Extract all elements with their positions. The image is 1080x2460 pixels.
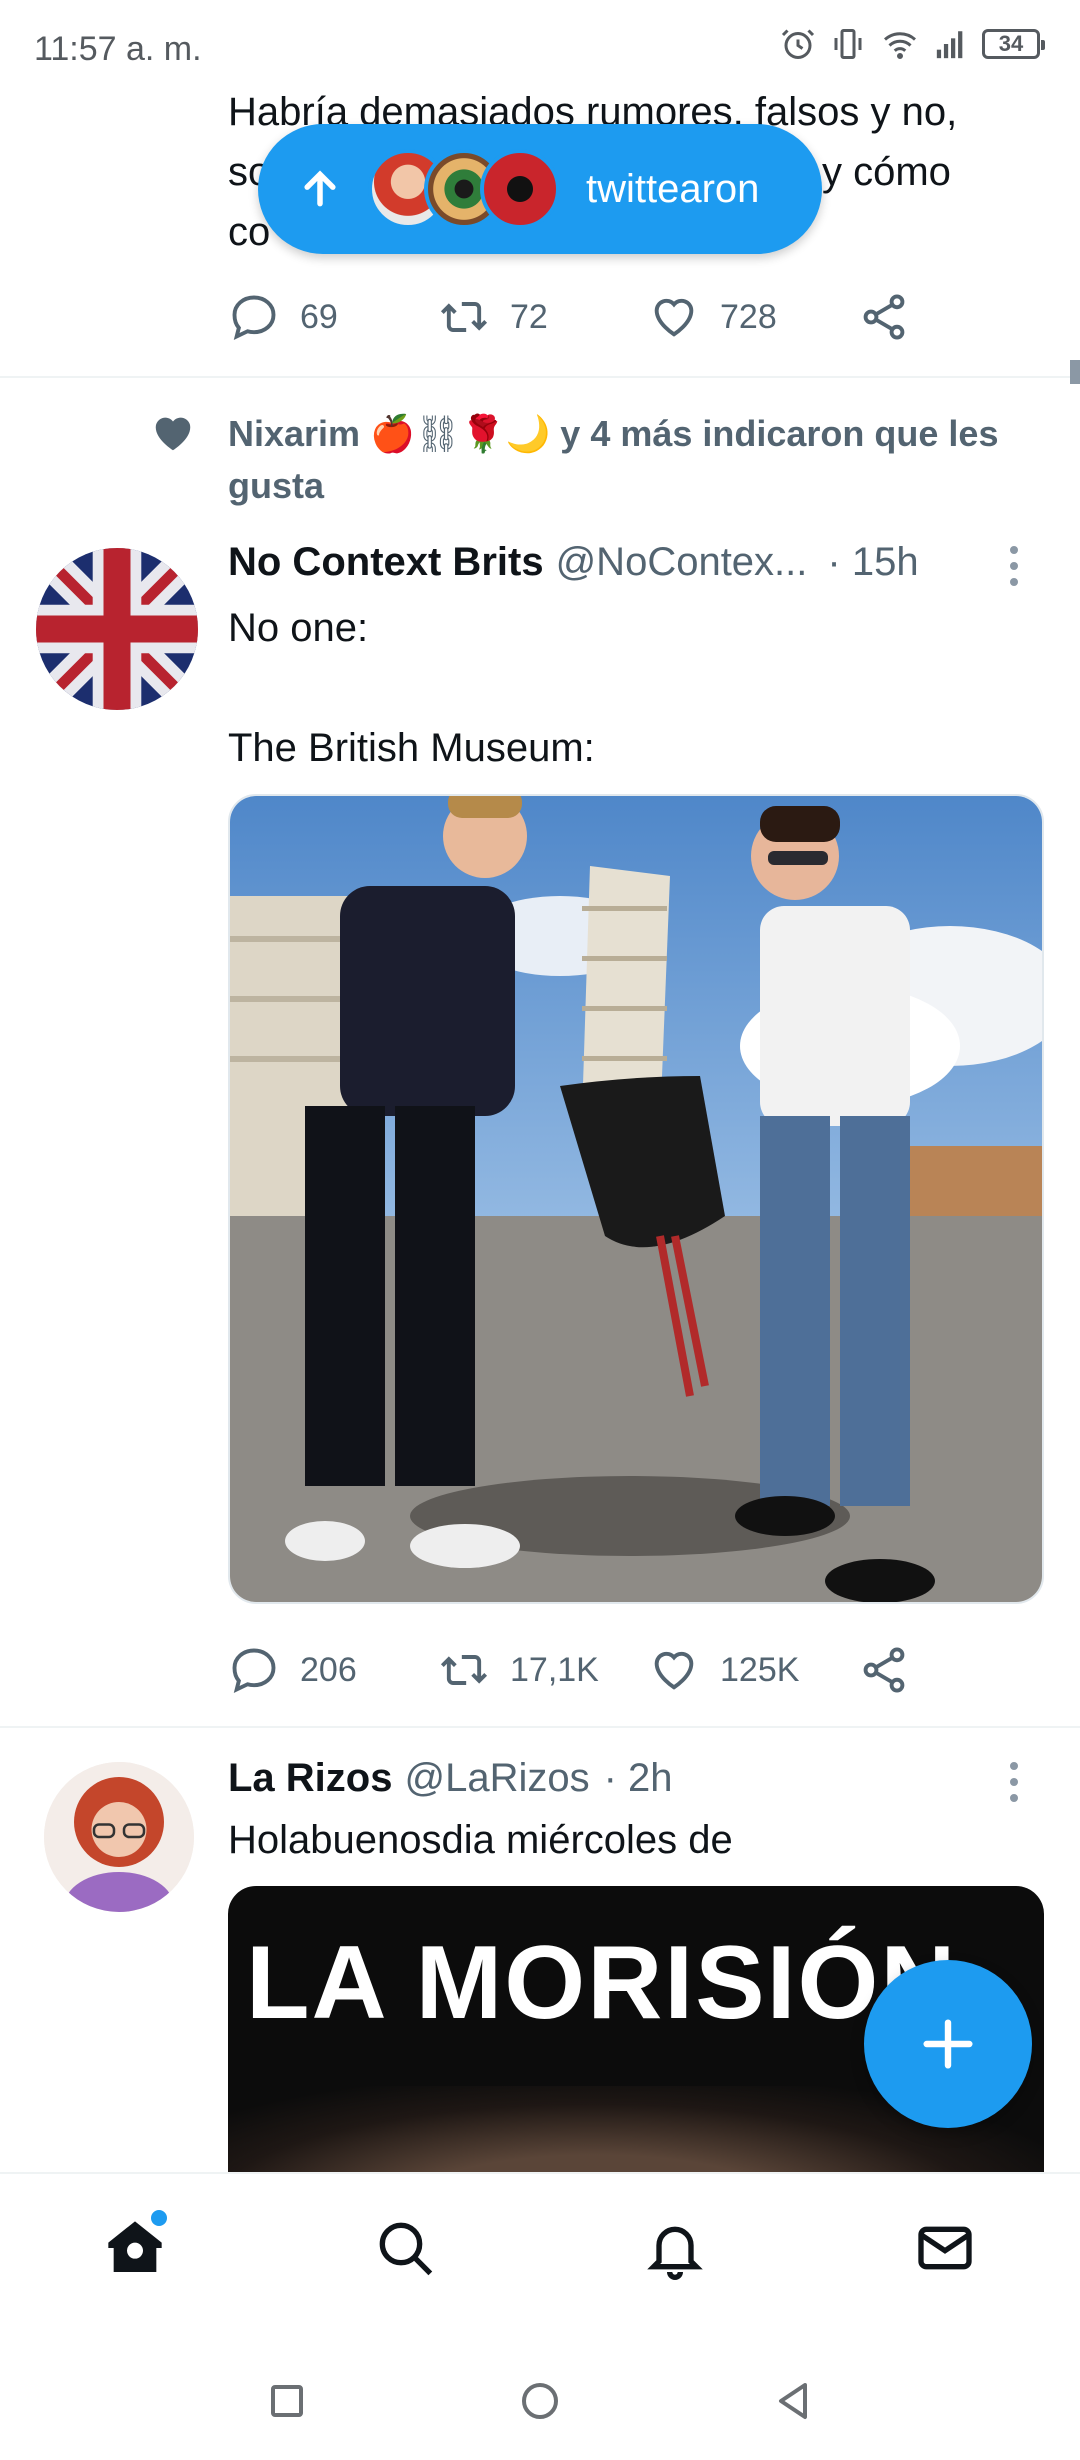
tweet-time: · 2h [603, 1756, 673, 1800]
avatar [480, 149, 560, 229]
social-context[interactable]: Nixarim 🍎⛓🌹🌙 y 4 más indicaron que les g… [228, 408, 1058, 512]
share-button[interactable] [858, 1640, 910, 1700]
reply-icon [232, 1648, 276, 1694]
nav-home[interactable] [85, 2198, 185, 2298]
union-jack-avatar [36, 548, 198, 710]
author-handle[interactable]: @NoContex... [556, 540, 808, 585]
tweet-text-line: No one: [228, 606, 369, 650]
tweet-text-fragment: y cómo [822, 150, 951, 194]
pill-label: twittearon [586, 166, 760, 211]
recents-icon[interactable] [263, 2377, 311, 2425]
divider [0, 1726, 1080, 1728]
home-circle-icon[interactable] [516, 2377, 564, 2425]
plus-icon [923, 2019, 973, 2069]
status-icons: 34 [780, 26, 1045, 62]
nav-notifications[interactable] [625, 2198, 725, 2298]
tweet-photo[interactable] [228, 794, 1044, 1604]
tweet-header: No Context Brits @NoContex... · 15h [228, 540, 919, 585]
social-context-name: Nixarim [228, 413, 361, 454]
signal-icon [936, 31, 963, 59]
tweet-actions: 206 17,1K 125K [228, 1640, 910, 1700]
tweet-actions: 69 72 728 [228, 287, 910, 347]
retweet-button[interactable]: 17,1K [438, 1640, 648, 1700]
reply-icon [232, 295, 276, 341]
video-caption: LA MORISIÓN [246, 1925, 958, 2041]
social-context-emojis: 🍎⛓🌹🌙 [370, 413, 551, 454]
heart-icon [654, 1651, 694, 1690]
new-tweets-pill[interactable]: twittearon [258, 124, 822, 254]
tweet-time: · 15h [827, 540, 919, 584]
tweet-text: No one: The British Museum: [228, 598, 595, 778]
pill-avatars [368, 149, 560, 229]
compose-tweet-button[interactable] [864, 1960, 1032, 2128]
back-icon[interactable] [769, 2377, 817, 2425]
author-handle[interactable]: @LaRizos [404, 1756, 589, 1801]
search-icon [379, 2222, 433, 2276]
bottom-nav [0, 2172, 1080, 2342]
author-name[interactable]: La Rizos [228, 1756, 392, 1801]
tweet-text-line [228, 658, 595, 718]
share-button[interactable] [858, 287, 910, 347]
retweet-button[interactable]: 72 [438, 287, 648, 347]
heart-filled-icon [155, 417, 191, 451]
avatar[interactable] [44, 1762, 194, 1912]
nav-messages[interactable] [895, 2198, 995, 2298]
author-name[interactable]: No Context Brits [228, 540, 544, 585]
reply-button[interactable]: 206 [228, 1640, 438, 1700]
vibrate-icon [834, 29, 862, 59]
share-icon [863, 1647, 905, 1693]
wifi-icon [884, 32, 916, 59]
mail-icon [918, 2226, 972, 2270]
tweet-text-line: The British Museum: [228, 726, 595, 770]
bell-icon [647, 2226, 703, 2280]
tweet-text: Holabuenosdia miércoles de [228, 1818, 733, 1862]
retweet-icon [440, 302, 488, 332]
system-nav [0, 2342, 1080, 2460]
heart-icon [654, 298, 694, 337]
like-button[interactable]: 125K [648, 1640, 858, 1700]
notification-dot [151, 2210, 167, 2226]
avatar[interactable] [36, 548, 198, 710]
more-options-icon[interactable] [1008, 1762, 1020, 1802]
nav-search[interactable] [355, 2198, 455, 2298]
alarm-icon [781, 29, 815, 59]
retweet-icon [440, 1655, 488, 1685]
share-icon [863, 294, 905, 340]
pisa-photo [230, 796, 1042, 1602]
reply-button[interactable]: 69 [228, 287, 438, 347]
arrow-up-icon [304, 170, 336, 207]
like-button[interactable]: 728 [648, 287, 858, 347]
divider [0, 376, 1080, 378]
battery-indicator: 34 [982, 29, 1045, 59]
status-time: 11:57 a. m. [34, 30, 202, 68]
more-options-icon[interactable] [1008, 546, 1020, 586]
la-rizos-avatar [44, 1762, 194, 1912]
scroll-indicator [1070, 360, 1080, 384]
tweet-header: La Rizos @LaRizos · 2h [228, 1756, 673, 1801]
